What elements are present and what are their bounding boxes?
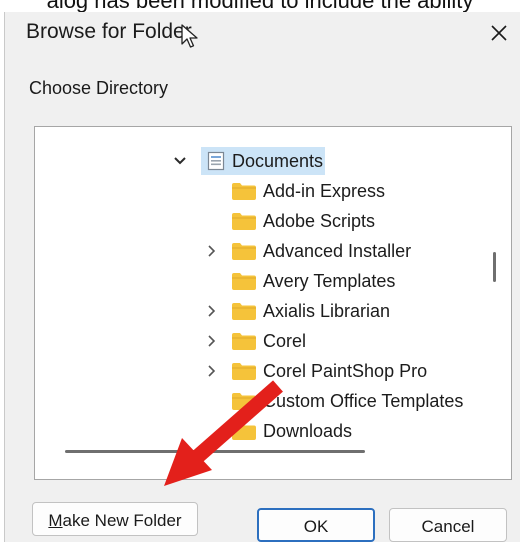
dialog-title: Browse for Folder bbox=[26, 20, 192, 43]
tree-item-label: Downloads bbox=[263, 421, 353, 441]
make-new-folder-button[interactable]: Make New Folder bbox=[32, 502, 198, 536]
tree-item-advanced-installer[interactable]: Advanced Installer bbox=[35, 237, 511, 265]
close-icon bbox=[491, 25, 507, 41]
tree-item-custom-office-templates[interactable]: Custom Office Templates bbox=[35, 387, 511, 415]
tree-item-adobe-scripts[interactable]: Adobe Scripts bbox=[35, 207, 511, 235]
folder-tree[interactable]: Documents Add-in Express Adobe Scripts A… bbox=[34, 126, 512, 480]
chevron-right-icon[interactable] bbox=[205, 363, 217, 379]
tree-item-label: Corel bbox=[263, 331, 307, 351]
chevron-down-icon[interactable] bbox=[173, 153, 187, 169]
close-button[interactable] bbox=[481, 16, 517, 50]
chevron-right-icon[interactable] bbox=[205, 333, 217, 349]
cancel-button[interactable]: Cancel bbox=[389, 508, 507, 542]
tree-item-corel-paintshop-pro[interactable]: Corel PaintShop Pro bbox=[35, 357, 511, 385]
tree-item-add-in-express[interactable]: Add-in Express bbox=[35, 177, 511, 205]
folder-icon bbox=[232, 363, 256, 380]
mouse-pointer-icon bbox=[181, 24, 198, 48]
chevron-right-icon[interactable] bbox=[205, 303, 217, 319]
tree-item-label: Advanced Installer bbox=[263, 241, 412, 261]
folder-icon bbox=[232, 243, 256, 260]
downloads-folder-icon bbox=[232, 423, 256, 440]
mnemonic-letter: M bbox=[48, 511, 63, 530]
tree-item-downloads[interactable]: Downloads bbox=[35, 417, 511, 445]
horizontal-scrollbar-thumb[interactable] bbox=[65, 450, 365, 453]
tree-item-corel[interactable]: Corel bbox=[35, 327, 511, 355]
folder-icon bbox=[232, 333, 256, 350]
browse-for-folder-dialog: Browse for Folder Choose Directory Docum… bbox=[4, 12, 520, 542]
chevron-right-icon[interactable] bbox=[205, 243, 217, 259]
title-bar: Browse for Folder bbox=[5, 12, 520, 58]
prompt-label: Choose Directory bbox=[29, 78, 169, 98]
folder-icon bbox=[232, 183, 256, 200]
ok-button[interactable]: OK bbox=[257, 508, 375, 542]
tree-item-label: Adobe Scripts bbox=[263, 211, 376, 231]
folder-icon bbox=[232, 213, 256, 230]
tree-item-label: Axialis Librarian bbox=[263, 301, 391, 321]
documents-icon bbox=[207, 151, 225, 171]
folder-icon bbox=[232, 273, 256, 290]
button-label-rest: ake New Folder bbox=[62, 511, 182, 530]
tree-item-documents[interactable]: Documents bbox=[35, 147, 511, 175]
tree-item-label: Custom Office Templates bbox=[263, 391, 464, 411]
tree-item-label: Avery Templates bbox=[263, 271, 396, 291]
tree-item-label: Documents bbox=[232, 151, 324, 171]
tree-item-label: Corel PaintShop Pro bbox=[263, 361, 428, 381]
folder-icon bbox=[232, 303, 256, 320]
folder-icon bbox=[232, 393, 256, 410]
tree-item-axialis-librarian[interactable]: Axialis Librarian bbox=[35, 297, 511, 325]
tree-item-avery-templates[interactable]: Avery Templates bbox=[35, 267, 511, 295]
tree-item-label: Add-in Express bbox=[263, 181, 386, 201]
vertical-scrollbar-thumb[interactable] bbox=[493, 252, 496, 282]
